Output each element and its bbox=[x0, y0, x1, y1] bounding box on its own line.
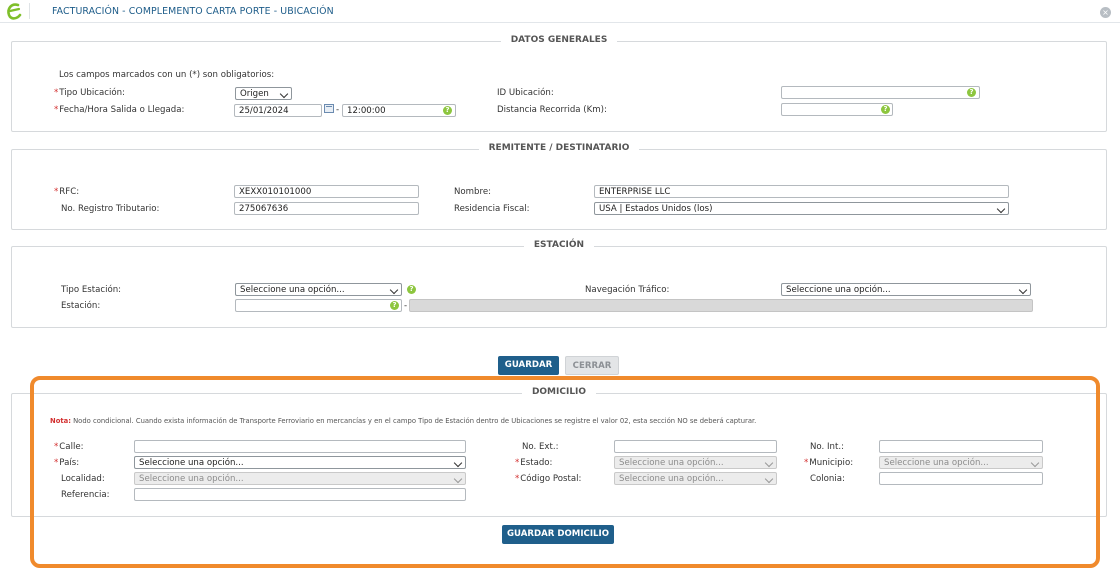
nombre-input[interactable]: ENTERPRISE LLC bbox=[594, 185, 1009, 198]
estacion-separator: - bbox=[404, 301, 408, 311]
fecha-hora-label: *Fecha/Hora Salida o Llegada: bbox=[54, 105, 185, 115]
section-title: DATOS GENERALES bbox=[12, 35, 1106, 45]
rfc-label: *RFC: bbox=[54, 187, 80, 197]
highlight-box bbox=[30, 376, 1100, 568]
chevron-down-icon bbox=[279, 89, 289, 99]
estacion-label: Estación: bbox=[61, 301, 101, 311]
chevron-down-icon bbox=[996, 204, 1006, 214]
tipo-estacion-label: Tipo Estación: bbox=[61, 285, 122, 295]
help-icon[interactable]: ? bbox=[967, 88, 976, 97]
tipo-ubicacion-select[interactable]: Origen bbox=[235, 87, 292, 100]
title-divider bbox=[29, 3, 30, 19]
calendar-icon[interactable] bbox=[324, 104, 334, 113]
residencia-fiscal-label: Residencia Fiscal: bbox=[454, 204, 530, 214]
navegacion-trafico-label: Navegación Tráfico: bbox=[585, 285, 670, 295]
distancia-input[interactable] bbox=[781, 103, 893, 116]
estacion-input[interactable] bbox=[235, 299, 402, 312]
section-title: REMITENTE / DESTINATARIO bbox=[12, 143, 1106, 153]
estacion-description-input bbox=[409, 299, 1033, 312]
window-title: FACTURACIÓN - COMPLEMENTO CARTA PORTE - … bbox=[52, 6, 334, 17]
help-icon[interactable]: ? bbox=[407, 285, 416, 294]
id-ubicacion-input[interactable] bbox=[781, 86, 980, 99]
close-icon[interactable]: × bbox=[1100, 7, 1111, 18]
required-fields-note: Los campos marcados con un (*) son oblig… bbox=[59, 70, 275, 80]
hora-input[interactable]: 12:00:00 bbox=[342, 104, 456, 117]
help-icon[interactable]: ? bbox=[881, 105, 890, 114]
window-titlebar: FACTURACIÓN - COMPLEMENTO CARTA PORTE - … bbox=[0, 0, 1120, 23]
chevron-down-icon bbox=[1018, 285, 1028, 295]
tipo-ubicacion-label: *Tipo Ubicación: bbox=[54, 88, 125, 98]
section-title: ESTACIÓN bbox=[12, 240, 1106, 250]
fecha-input[interactable]: 25/01/2024 bbox=[234, 104, 322, 117]
registro-tributario-input[interactable]: 275067636 bbox=[234, 202, 419, 215]
cerrar-button[interactable]: CERRAR bbox=[565, 356, 619, 375]
distancia-label: Distancia Recorrida (Km): bbox=[497, 105, 607, 115]
rfc-input[interactable]: XEXX010101000 bbox=[234, 185, 419, 198]
help-icon[interactable]: ? bbox=[390, 301, 399, 310]
app-logo-icon bbox=[7, 3, 22, 20]
nombre-label: Nombre: bbox=[454, 187, 492, 197]
navegacion-trafico-select[interactable]: Seleccione una opción... bbox=[781, 283, 1031, 296]
help-icon[interactable]: ? bbox=[443, 106, 452, 115]
guardar-button[interactable]: GUARDAR bbox=[498, 356, 559, 375]
registro-tributario-label: No. Registro Tributario: bbox=[61, 204, 160, 214]
tipo-estacion-select[interactable]: Seleccione una opción... bbox=[235, 283, 402, 296]
chevron-down-icon bbox=[389, 285, 399, 295]
date-time-separator: - bbox=[336, 105, 340, 115]
id-ubicacion-label: ID Ubicación: bbox=[497, 88, 554, 98]
residencia-fiscal-select[interactable]: USA | Estados Unidos (los) bbox=[594, 202, 1009, 215]
